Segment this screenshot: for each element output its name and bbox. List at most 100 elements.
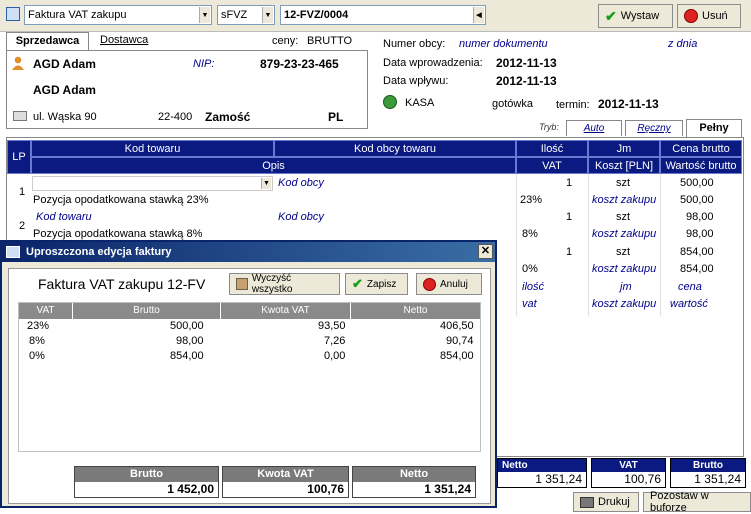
total-net-value: 1 351,24: [498, 472, 586, 487]
dialog-heading: Faktura VAT zakupu 12-FV: [38, 276, 206, 292]
vat-row2-net[interactable]: 90,74: [446, 335, 474, 347]
row1-cost[interactable]: koszt zakupu: [592, 194, 656, 206]
row3-unit[interactable]: szt: [616, 246, 630, 258]
vat-row3-amount[interactable]: 0,00: [324, 350, 345, 362]
row1-code-field[interactable]: ▼: [32, 176, 273, 191]
row1-vat[interactable]: 23%: [520, 194, 542, 206]
row2-unit[interactable]: szt: [616, 211, 630, 223]
vat-col-amount: Kwota VAT: [221, 303, 351, 319]
dialog-sum-vat-label: Kwota VAT: [223, 467, 348, 482]
dialog-title: Uproszczona edycja faktury: [26, 246, 172, 258]
vat-row2-amount[interactable]: 7,26: [324, 335, 345, 347]
date-suffix: z dnia: [668, 38, 698, 50]
col-value: Wartość brutto: [660, 157, 742, 174]
mode-label: Tryb:: [539, 122, 559, 132]
foreign-no-field[interactable]: numer dokumentu: [459, 38, 548, 50]
vat-row1-amount[interactable]: 93,50: [318, 320, 346, 332]
vat-row2-gross[interactable]: 98,00: [176, 335, 204, 347]
tab-delivery-label: Dostawca: [100, 34, 149, 46]
row2-cost[interactable]: koszt zakupu: [592, 228, 656, 240]
dialog-sum-gross: Brutto 1 452,00: [74, 466, 219, 498]
entry-date[interactable]: 2012-11-13: [496, 56, 557, 70]
delete-button[interactable]: Usuń: [677, 4, 741, 28]
col-value-label: Wartość brutto: [665, 159, 737, 172]
row2-lp: 2: [19, 220, 26, 232]
row3-vat[interactable]: 0%: [522, 263, 538, 275]
term-date[interactable]: 2012-11-13: [598, 97, 659, 111]
cash-label[interactable]: KASA: [405, 97, 434, 109]
doc-number-field[interactable]: 12-FVZ/0004 ◀: [280, 5, 486, 25]
row2-value[interactable]: 98,00: [686, 228, 714, 240]
row1-desc[interactable]: Pozycja opodatkowana stawką 23%: [33, 194, 209, 206]
eraser-icon: [236, 278, 248, 290]
vat-row2-rate[interactable]: 8%: [29, 335, 45, 347]
check-icon: ✔: [605, 7, 617, 24]
chevron-down-icon: ▼: [262, 7, 273, 23]
row3-qty[interactable]: 1: [566, 246, 572, 258]
grid-line: [588, 174, 589, 316]
row2-code[interactable]: Kod towaru: [36, 211, 92, 223]
grid-line: [516, 174, 517, 316]
row1-qty[interactable]: 1: [566, 177, 572, 189]
tab-delivery[interactable]: Dostawca: [100, 34, 148, 46]
save-button[interactable]: ✔ Zapisz: [345, 273, 408, 295]
col-code: Kod towaru: [31, 140, 274, 157]
inflow-date[interactable]: 2012-11-13: [496, 74, 557, 88]
save-label: Zapisz: [366, 278, 397, 290]
row4-price[interactable]: cena: [678, 281, 702, 293]
row3-cost[interactable]: koszt zakupu: [592, 263, 656, 275]
col-vat: VAT: [516, 157, 588, 174]
row4-value[interactable]: wartość: [670, 298, 708, 310]
doc-type-select[interactable]: Faktura VAT zakupu ▼: [24, 5, 212, 25]
tab-auto[interactable]: Auto: [566, 120, 622, 136]
tab-manual[interactable]: Ręczny: [625, 120, 683, 136]
row4-qty[interactable]: ilość: [522, 281, 544, 293]
row4-vat[interactable]: vat: [522, 298, 537, 310]
vat-row1-net[interactable]: 406,50: [440, 320, 474, 332]
cancel-button[interactable]: Anuluj: [416, 273, 482, 295]
row4-unit[interactable]: jm: [620, 281, 632, 293]
nip-label: NIP:: [193, 58, 215, 70]
chevron-left-icon: ◀: [473, 7, 484, 23]
dialog-sum-gross-label: Brutto: [75, 467, 218, 482]
vat-row3-rate[interactable]: 0%: [29, 350, 45, 362]
chevron-down-icon: ▼: [261, 178, 271, 189]
issue-button[interactable]: ✔ Wystaw: [598, 4, 673, 28]
close-icon: ✕: [480, 245, 491, 257]
dialog-sum-net: Netto 1 351,24: [352, 466, 476, 498]
row1-unit[interactable]: szt: [616, 177, 630, 189]
row4-cost[interactable]: koszt zakupu: [592, 298, 656, 310]
row2-price[interactable]: 98,00: [686, 211, 714, 223]
row1-price[interactable]: 500,00: [680, 177, 714, 189]
row2-desc[interactable]: Pozycja opodatkowana stawką 8%: [33, 228, 202, 240]
vat-row3-gross[interactable]: 854,00: [170, 350, 204, 362]
keep-buffer-button[interactable]: Pozostaw w buforze: [643, 490, 751, 514]
row3-value[interactable]: 854,00: [680, 263, 714, 275]
doc-type-value: Faktura VAT zakupu: [28, 9, 127, 21]
row2-vat[interactable]: 8%: [522, 228, 538, 240]
row3-price[interactable]: 854,00: [680, 246, 714, 258]
tab-seller[interactable]: Sprzedawca: [6, 32, 89, 50]
payment-method[interactable]: gotówka: [492, 98, 533, 110]
total-net-label: Netto: [498, 459, 586, 472]
row2-qty[interactable]: 1: [566, 211, 572, 223]
vat-row1-gross[interactable]: 500,00: [170, 320, 204, 332]
row1-foreign[interactable]: Kod obcy: [278, 177, 324, 189]
series-value: sFVZ: [221, 9, 248, 21]
clear-all-button[interactable]: Wyczyść wszystko: [229, 273, 340, 295]
vat-row1-rate[interactable]: 23%: [27, 320, 49, 332]
col-desc: Opis: [31, 157, 516, 174]
no-entry-icon: [684, 9, 698, 23]
print-button[interactable]: Drukuj: [573, 492, 639, 512]
window-icon: [6, 246, 20, 258]
row1-value[interactable]: 500,00: [680, 194, 714, 206]
prices-label: ceny:: [272, 35, 299, 47]
col-lp: LP: [7, 140, 31, 174]
foreign-no-label: Numer obcy:: [383, 38, 446, 50]
vat-row3-net[interactable]: 854,00: [440, 350, 474, 362]
row2-foreign[interactable]: Kod obcy: [278, 211, 324, 223]
series-select[interactable]: sFVZ ▼: [217, 5, 275, 25]
dialog-close-button[interactable]: ✕: [478, 244, 493, 259]
issue-label: Wystaw: [620, 10, 660, 22]
tab-full[interactable]: Pełny: [686, 119, 742, 137]
